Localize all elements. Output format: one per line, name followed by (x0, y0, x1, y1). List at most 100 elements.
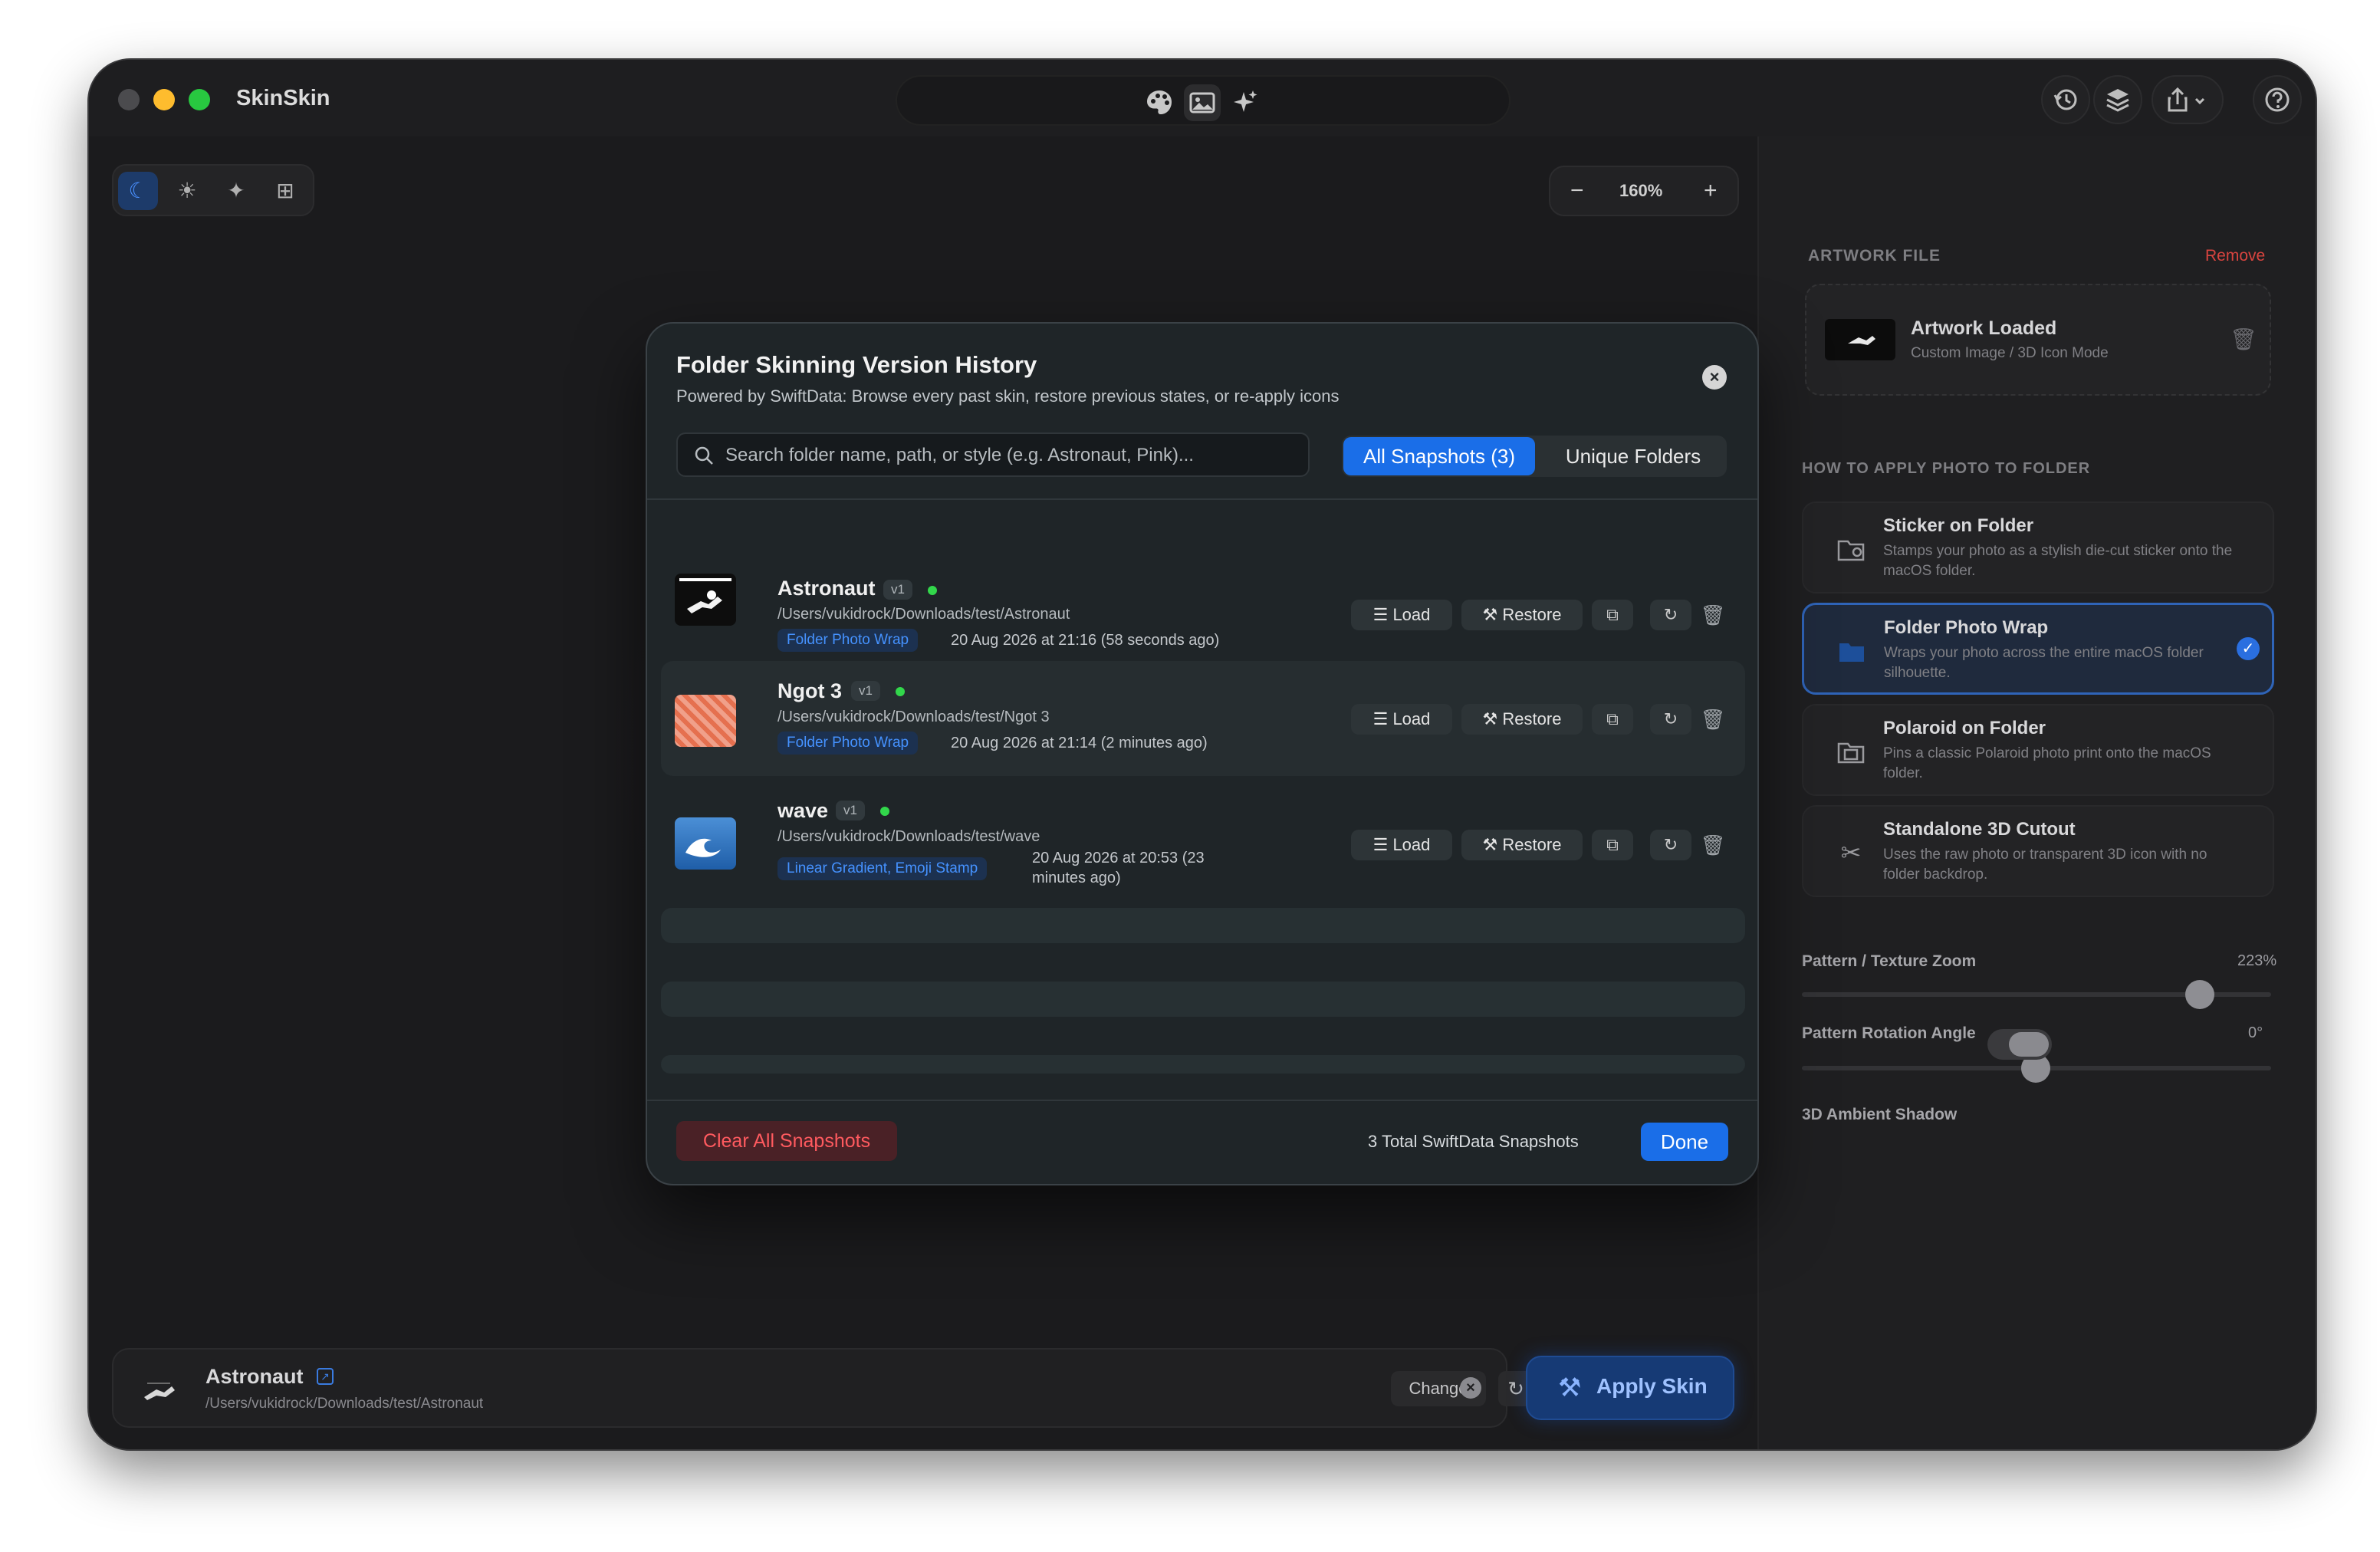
restore-button[interactable]: ⚒ Restore (1461, 704, 1583, 735)
load-label: Load (1392, 835, 1431, 854)
how-to-apply-label: HOW TO APPLY PHOTO TO FOLDER (1802, 460, 2091, 477)
close-icon[interactable]: × (1702, 365, 1727, 390)
option-polaroid-on-folder[interactable]: Polaroid on Folder Pins a classic Polaro… (1802, 704, 2274, 796)
option-title: Folder Photo Wrap (1884, 617, 2049, 638)
snapshot-date-line2: minutes ago) (1032, 870, 1121, 886)
ambient-shadow-label: 3D Ambient Shadow (1802, 1106, 1958, 1123)
open-folder-icon[interactable]: ↗ (317, 1368, 334, 1385)
help-icon[interactable] (2253, 75, 2302, 124)
reapply-icon[interactable]: ↻ (1650, 830, 1691, 860)
load-button[interactable]: ☰ Load (1351, 830, 1452, 860)
search-input[interactable] (725, 442, 1293, 469)
style-tag: Folder Photo Wrap (777, 732, 919, 755)
reapply-icon[interactable]: ↻ (1650, 704, 1691, 735)
load-button[interactable]: ☰ Load (1351, 600, 1452, 630)
status-dot (896, 687, 905, 696)
style-tag: Folder Photo Wrap (777, 629, 919, 652)
sparkle-icon[interactable] (1227, 84, 1264, 121)
zoom-in-button[interactable]: + (1704, 167, 1718, 215)
remove-artwork-link[interactable]: Remove (2205, 247, 2265, 265)
list-icon: ☰ (1372, 605, 1393, 624)
rotation-angle-value: 0° (2248, 1024, 2263, 1041)
load-button[interactable]: ☰ Load (1351, 704, 1452, 735)
placeholder-row (661, 908, 1745, 943)
option-folder-photo-wrap[interactable]: Folder Photo Wrap Wraps your photo acros… (1802, 603, 2274, 695)
version-badge: v1 (851, 681, 880, 701)
zoom-out-button[interactable]: − (1570, 167, 1584, 215)
checkmark-icon: ✓ (2237, 637, 2260, 660)
list-icon: ☰ (1372, 709, 1393, 728)
texture-zoom-value: 223% (2237, 952, 2277, 969)
clear-all-snapshots-button[interactable]: Clear All Snapshots (676, 1121, 897, 1161)
ambient-shadow-toggle[interactable] (1987, 1029, 2052, 1060)
grid-icon[interactable]: ⊞ (265, 172, 305, 210)
trash-icon[interactable]: 🗑 (2230, 327, 2257, 352)
moon-icon[interactable]: ☾ (118, 172, 158, 210)
apply-skin-label: Apply Skin (1596, 1374, 1708, 1398)
apply-skin-button[interactable]: ⚒ Apply Skin (1526, 1356, 1734, 1420)
restore-label: Restore (1502, 835, 1562, 854)
placeholder-row (661, 982, 1745, 1017)
reveal-in-finder-icon[interactable]: ⧉ (1592, 600, 1633, 630)
sparkle-mode-icon[interactable]: ✦ (216, 172, 256, 210)
delete-snapshot-icon[interactable]: 🗑 (1698, 830, 1728, 860)
restore-button[interactable]: ⚒ Restore (1461, 600, 1583, 630)
restore-label: Restore (1502, 605, 1562, 624)
tab-all-snapshots[interactable]: All Snapshots (3) (1343, 437, 1535, 475)
toggle-knob (2009, 1032, 2049, 1057)
snapshot-path: /Users/vukidrock/Downloads/test/Astronau… (777, 606, 1070, 623)
snapshot-path: /Users/vukidrock/Downloads/test/Ngot 3 (777, 709, 1050, 725)
reapply-icon[interactable]: ↻ (1650, 600, 1691, 630)
restore-button[interactable]: ⚒ Restore (1461, 830, 1583, 860)
rotation-angle-slider[interactable] (1802, 1054, 2271, 1083)
style-tag: Linear Gradient, Emoji Stamp (777, 857, 988, 880)
astronaut-thumbnail (675, 574, 736, 626)
header-divider (647, 498, 1757, 500)
load-label: Load (1392, 709, 1431, 728)
delete-snapshot-icon[interactable]: 🗑 (1698, 704, 1728, 735)
total-snapshots-count: 3 Total SwiftData Snapshots (1368, 1132, 1579, 1151)
texture-zoom-slider[interactable] (1802, 980, 2271, 1009)
delete-snapshot-icon[interactable]: 🗑 (1698, 600, 1728, 630)
dialog-subtitle: Powered by SwiftData: Browse every past … (676, 386, 1340, 406)
wand-icon: ⚒ (1482, 605, 1503, 624)
dialog-title: Folder Skinning Version History (676, 351, 1037, 378)
reveal-in-finder-icon[interactable]: ⧉ (1592, 830, 1633, 860)
snapshot-row[interactable]: Ngot 3 v1 /Users/vukidrock/Downloads/tes… (661, 661, 1745, 776)
magic-wand-icon: ⚒ (1558, 1373, 1582, 1402)
option-description: Wraps your photo across the entire macOS… (1884, 645, 2204, 681)
snapshot-name: Astronaut (777, 577, 876, 600)
palette-icon[interactable] (1141, 84, 1178, 121)
share-menu-button[interactable] (2152, 75, 2224, 124)
footer-divider (647, 1100, 1757, 1101)
artwork-title: Artwork Loaded (1911, 317, 2057, 339)
snapshot-row[interactable]: wave v1 /Users/vukidrock/Downloads/test/… (661, 781, 1745, 903)
search-icon (695, 446, 713, 465)
snapshot-name: wave (777, 799, 829, 822)
snapshot-path: /Users/vukidrock/Downloads/test/wave (777, 828, 1040, 845)
snapshot-row[interactable]: Astronaut v1 /Users/vukidrock/Downloads/… (661, 546, 1745, 653)
app-title: SkinSkin (236, 86, 330, 110)
image-icon[interactable] (1184, 84, 1221, 121)
artwork-thumbnail (1825, 319, 1895, 360)
reveal-in-finder-icon[interactable]: ⧉ (1592, 704, 1633, 735)
option-sticker-on-folder[interactable]: Sticker on Folder Stamps your photo as a… (1802, 501, 2274, 594)
layers-icon[interactable] (2093, 75, 2142, 124)
done-button[interactable]: Done (1641, 1123, 1728, 1161)
tab-unique-folders[interactable]: Unique Folders (1543, 437, 1724, 475)
minimize-window-button[interactable] (153, 89, 175, 110)
artwork-card: Artwork Loaded Custom Image / 3D Icon Mo… (1805, 284, 2271, 396)
version-badge: v1 (836, 801, 865, 820)
sun-icon[interactable]: ☀ (167, 172, 207, 210)
rotation-angle-label: Pattern Rotation Angle (1802, 1024, 1976, 1042)
close-window-button[interactable] (118, 89, 140, 110)
option-standalone-3d-cutout[interactable]: ✂ Standalone 3D Cutout Uses the raw phot… (1802, 805, 2274, 897)
search-field[interactable] (676, 432, 1310, 477)
zoom-window-button[interactable] (189, 89, 210, 110)
slider-knob[interactable] (2185, 980, 2214, 1009)
wand-icon: ⚒ (1482, 835, 1503, 854)
history-icon[interactable] (2041, 75, 2090, 124)
list-icon: ☰ (1372, 835, 1393, 854)
clear-selection-icon[interactable]: × (1460, 1377, 1481, 1399)
load-label: Load (1392, 605, 1431, 624)
